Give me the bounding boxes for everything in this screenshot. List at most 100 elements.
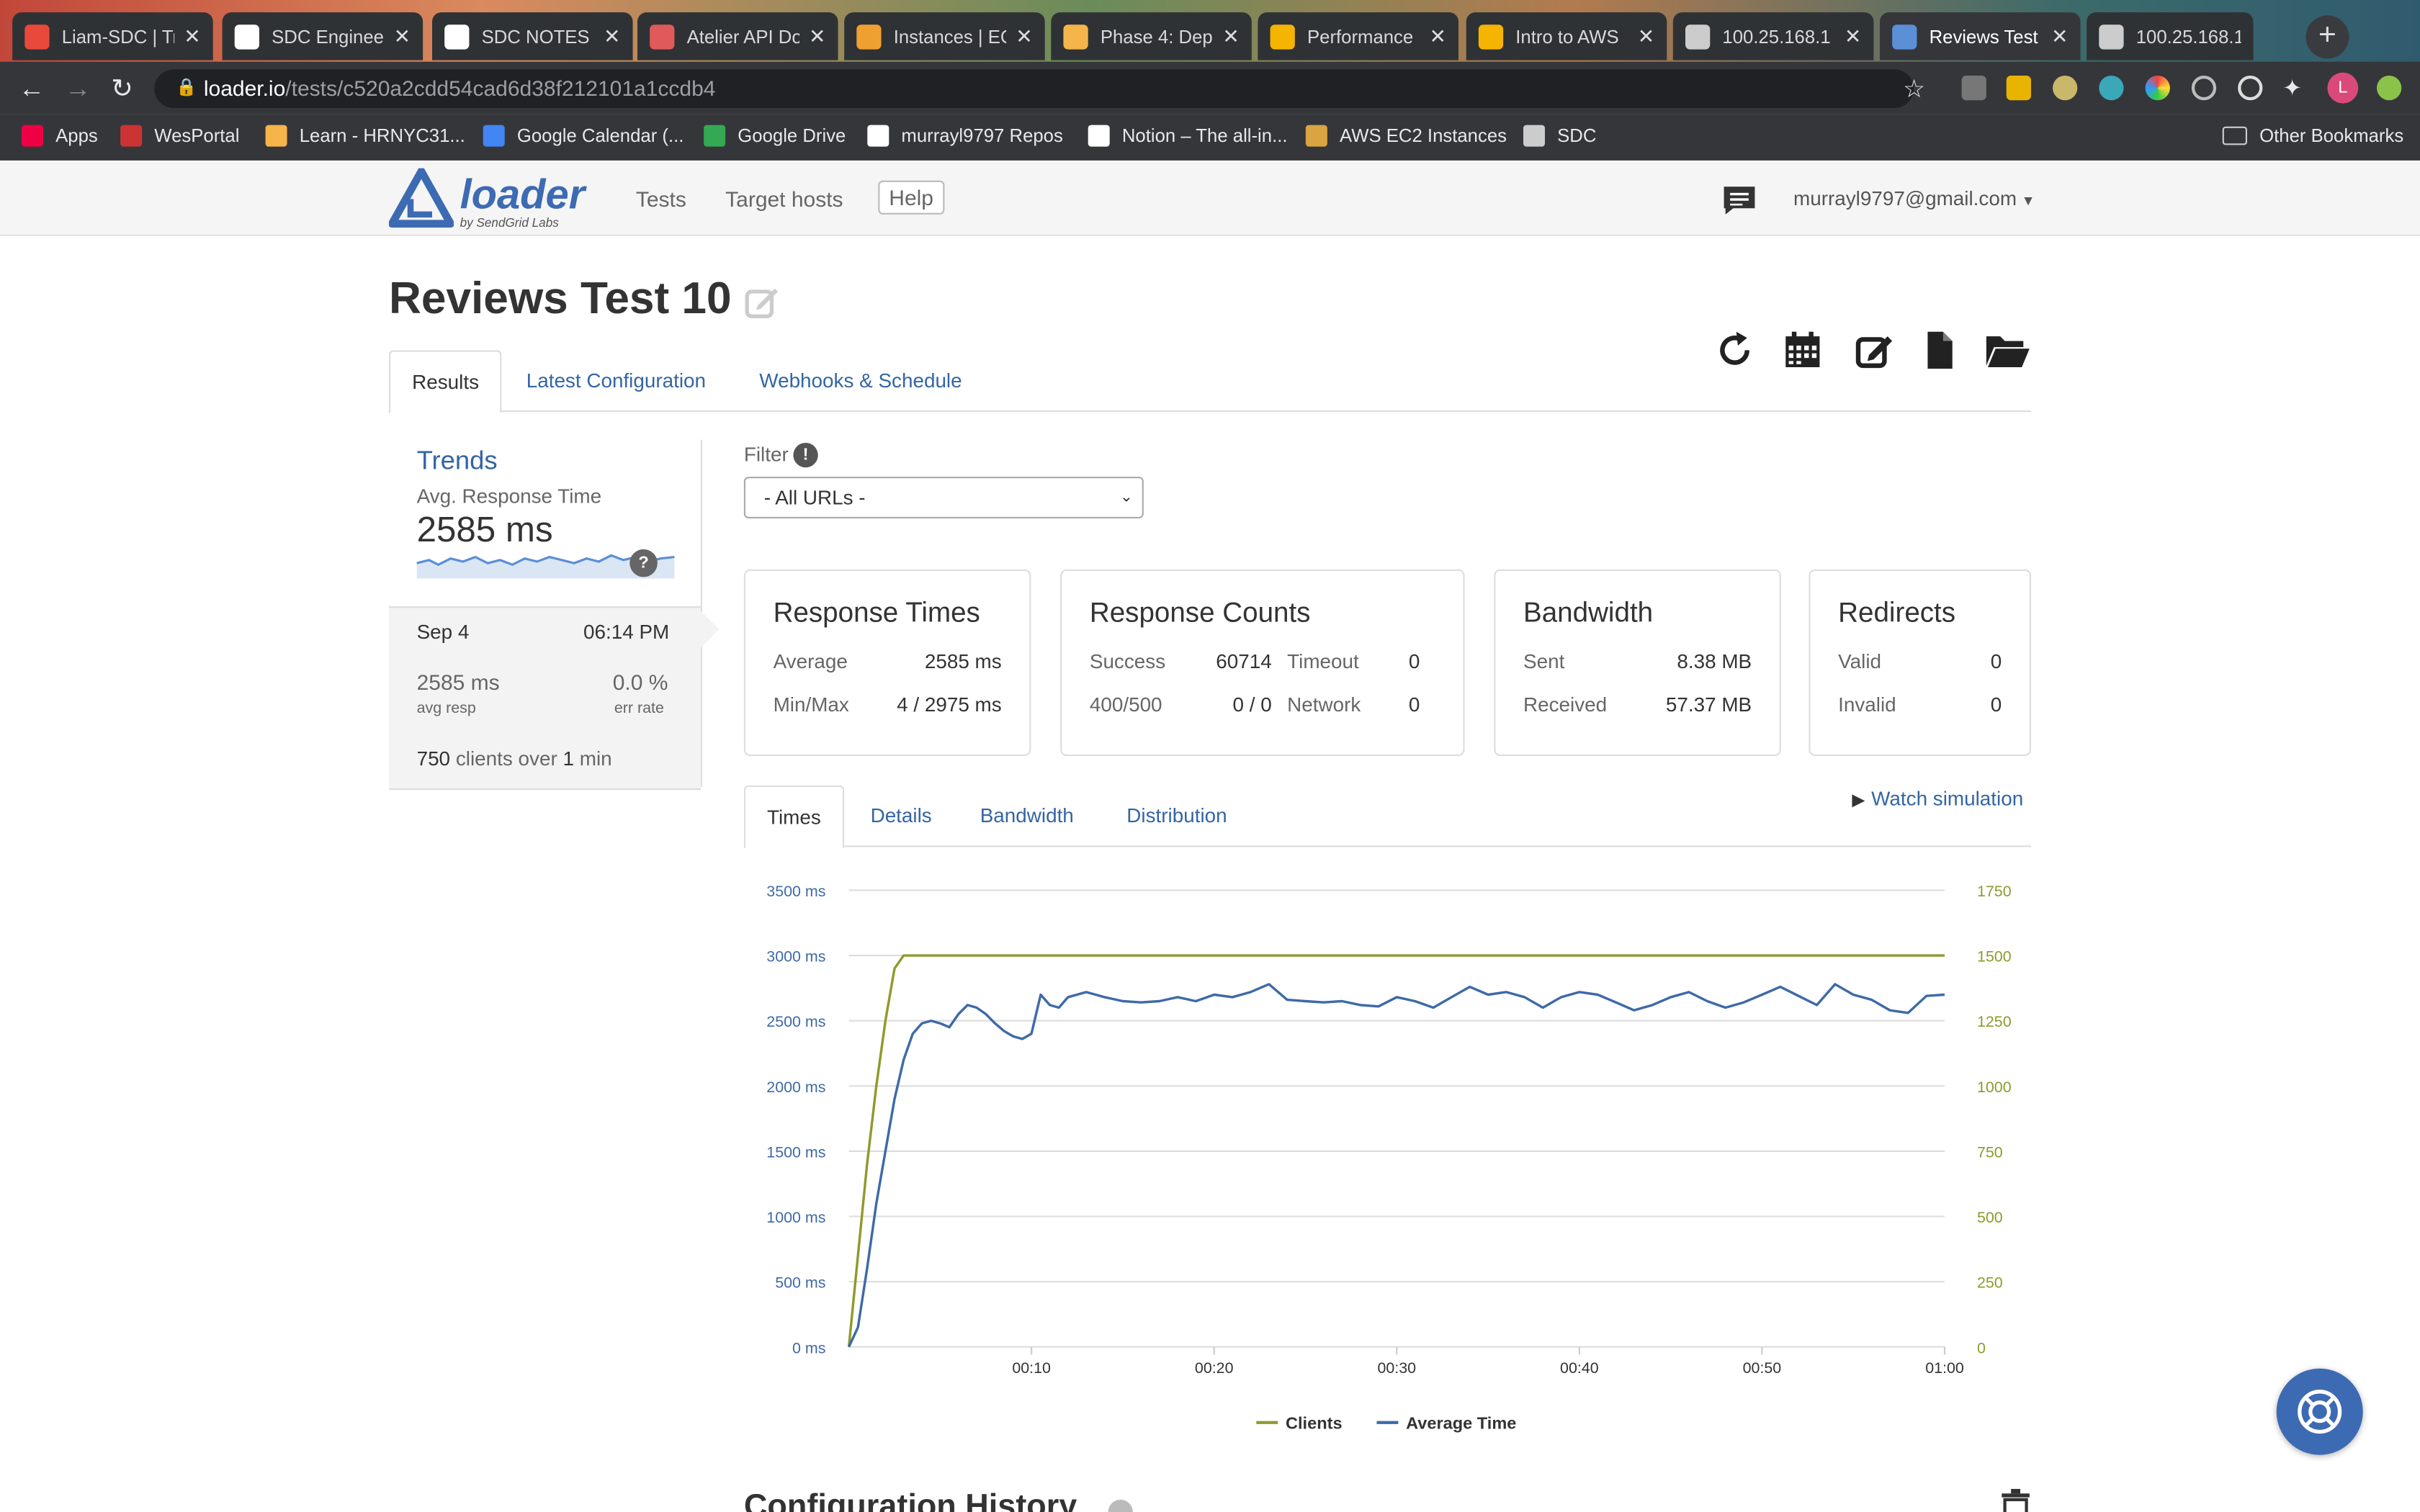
bookmark-item[interactable]: murrayl9797 Repos: [867, 125, 1063, 147]
extension-icon[interactable]: [2377, 76, 2402, 101]
trends-help-icon[interactable]: ?: [629, 549, 658, 577]
bookmark-item[interactable]: Google Calendar (...: [483, 125, 684, 147]
run-date: Sep 4: [416, 620, 470, 644]
hackreactor-icon: [1063, 24, 1088, 49]
browser-tab[interactable]: Instances | EC ✕: [844, 12, 1045, 60]
caret-down-icon: ▼: [2021, 192, 2035, 209]
rerun-icon[interactable]: [1716, 330, 1753, 371]
configuration-history-heading: Configuration History: [743, 1488, 1077, 1512]
edit-title-icon[interactable]: [744, 284, 781, 320]
close-tab-icon[interactable]: ✕: [394, 24, 411, 48]
nav-help-button[interactable]: Help: [878, 180, 944, 215]
configuration-history-help-icon[interactable]: [1108, 1499, 1133, 1512]
network-value: 0: [1408, 693, 1420, 716]
x-tick-label: 00:50: [1743, 1359, 1782, 1377]
url-filter-value: - All URLs -: [763, 486, 866, 510]
user-menu[interactable]: murrayl9797@gmail.com ▼: [1793, 186, 2035, 210]
average-label: Average: [773, 649, 848, 673]
forward-icon[interactable]: →: [65, 74, 91, 105]
bookmark-item[interactable]: Apps: [22, 125, 98, 147]
extension-icon[interactable]: [2145, 76, 2170, 101]
nav-tests[interactable]: Tests: [636, 186, 686, 211]
extension-icon[interactable]: [2238, 76, 2263, 101]
bookmark-item[interactable]: SDC: [1523, 125, 1596, 147]
browser-tab[interactable]: Performance ✕: [1258, 12, 1458, 60]
chart-tab-details[interactable]: Details: [849, 786, 954, 846]
y-right-tick-label: 750: [1977, 1143, 2003, 1161]
loader-logo-icon: [387, 167, 455, 228]
trends-heading[interactable]: Trends: [417, 446, 498, 477]
profile-avatar[interactable]: L: [2327, 72, 2359, 104]
legend-label: Clients: [1286, 1413, 1343, 1432]
watch-simulation-link[interactable]: ▶ Watch simulation: [1852, 787, 2023, 810]
run-time: 06:14 PM: [583, 620, 670, 644]
browser-tab-title: Atelier API Do: [686, 25, 800, 48]
valid-label: Valid: [1838, 649, 1882, 673]
browser-tab[interactable]: Intro to AWS ✕: [1466, 12, 1667, 60]
close-tab-icon[interactable]: ✕: [184, 24, 200, 48]
tab-latest-configuration[interactable]: Latest Configuration: [505, 350, 727, 410]
browser-tab[interactable]: Reviews Test ✕: [1880, 12, 2081, 60]
chart-tab-times[interactable]: Times: [743, 785, 844, 849]
lifebuoy-icon: [2298, 1390, 2342, 1434]
browser-tab[interactable]: SDC NOTES ✕: [432, 12, 633, 60]
trash-icon[interactable]: [1999, 1488, 2033, 1512]
close-tab-icon[interactable]: ✕: [604, 24, 620, 48]
extension-icon[interactable]: [2006, 76, 2031, 101]
legend-label: Average Time: [1406, 1413, 1516, 1432]
url-field[interactable]: 🔒 loader.io/tests/c520a2cdd54cad6d38f212…: [154, 69, 1914, 108]
chart-tab-distribution[interactable]: Distribution: [1105, 786, 1248, 846]
bookmark-item[interactable]: Notion – The all-in...: [1088, 125, 1288, 147]
tab-webhooks-schedule[interactable]: Webhooks & Schedule: [738, 350, 983, 410]
folder-open-icon[interactable]: [1985, 330, 2031, 371]
y-right-tick-label: 1750: [1977, 883, 2012, 900]
trello-icon: [24, 24, 50, 49]
hackreactor-icon: [265, 125, 287, 147]
bookmark-item[interactable]: AWS EC2 Instances: [1305, 125, 1507, 147]
close-tab-icon[interactable]: ✕: [809, 24, 825, 48]
edit-test-icon[interactable]: [1855, 330, 1896, 371]
close-tab-icon[interactable]: ✕: [1638, 24, 1654, 48]
tab-results[interactable]: Results: [389, 350, 503, 414]
close-tab-icon[interactable]: ✕: [1429, 24, 1446, 48]
other-bookmarks[interactable]: Other Bookmarks: [2222, 125, 2403, 147]
back-icon[interactable]: ←: [19, 74, 45, 105]
timeout-label: Timeout: [1287, 649, 1359, 673]
bookmark-item[interactable]: Learn - HRNYC31...: [265, 125, 465, 147]
close-tab-icon[interactable]: ✕: [1016, 24, 1032, 48]
browser-tab[interactable]: 100.25.168.1: [2087, 12, 2254, 60]
browser-tab[interactable]: Atelier API Do ✕: [637, 12, 838, 60]
browser-tab[interactable]: 100.25.168.1 ✕: [1672, 12, 1874, 60]
filter-info-icon[interactable]: !: [793, 443, 818, 468]
nav-target-hosts[interactable]: Target hosts: [725, 186, 843, 211]
loader-logo[interactable]: loader by SendGrid Labs: [387, 167, 585, 238]
file-icon[interactable]: [1924, 330, 1955, 371]
url-filter-select[interactable]: - All URLs - ⌄: [743, 477, 1144, 518]
extension-icon[interactable]: [2099, 76, 2124, 101]
bookmark-label: Apps: [55, 125, 98, 147]
card-title: Response Times: [773, 597, 980, 629]
chat-icon[interactable]: [1721, 184, 1757, 217]
new-tab-button[interactable]: +: [2305, 15, 2349, 59]
calendar-icon: [483, 125, 505, 147]
chart-tab-bandwidth[interactable]: Bandwidth: [959, 786, 1095, 846]
close-tab-icon[interactable]: ✕: [1222, 24, 1239, 48]
close-tab-icon[interactable]: ✕: [1845, 24, 1861, 48]
reload-icon[interactable]: ↻: [111, 74, 133, 105]
calendar-icon[interactable]: [1784, 330, 1821, 371]
puzzle-icon[interactable]: ✦: [2282, 74, 2302, 102]
app-header: loader by SendGrid Labs Tests Target hos…: [0, 160, 2420, 238]
browser-tab[interactable]: Phase 4: Depl ✕: [1051, 12, 1252, 60]
extension-icon[interactable]: [2053, 76, 2078, 101]
browser-tab[interactable]: SDC Enginee ✕: [222, 12, 424, 60]
bookmark-star-icon[interactable]: ☆: [1903, 74, 1925, 105]
bookmark-item[interactable]: Google Drive: [704, 125, 846, 147]
extension-icon[interactable]: [2191, 76, 2217, 101]
extension-icon[interactable]: [1961, 76, 1986, 101]
close-tab-icon[interactable]: ✕: [2051, 24, 2068, 48]
browser-tab[interactable]: Liam-SDC | Tr ✕: [12, 12, 213, 60]
test-run-item[interactable]: Sep 4 06:14 PM 2585 ms avg resp 0.0 % er…: [389, 606, 701, 791]
invalid-label: Invalid: [1838, 693, 1896, 716]
bookmark-item[interactable]: WesPortal: [120, 125, 239, 147]
support-button[interactable]: [2276, 1368, 2363, 1455]
